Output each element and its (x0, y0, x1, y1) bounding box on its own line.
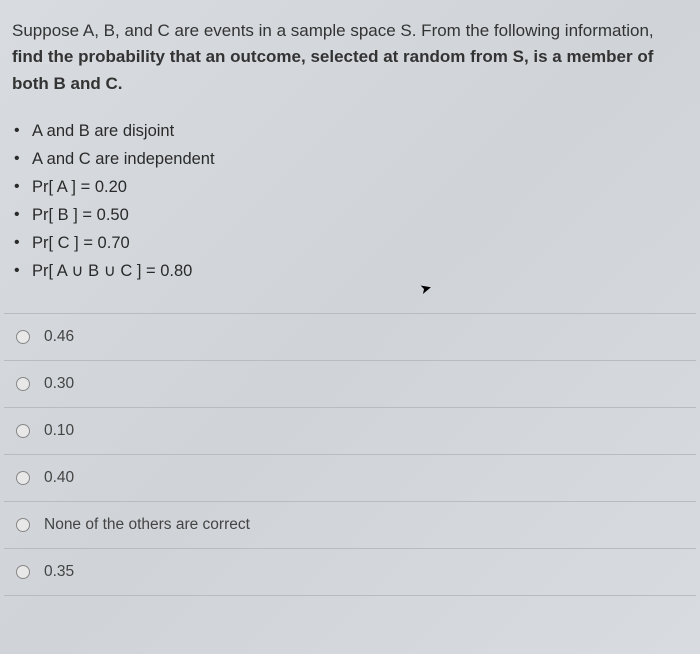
radio-icon[interactable] (16, 518, 30, 532)
list-item: Pr[ A ∪ B ∪ C ] = 0.80 (12, 257, 688, 285)
radio-icon[interactable] (16, 330, 30, 344)
option-row[interactable]: 0.46 (4, 314, 696, 361)
option-row[interactable]: 0.10 (4, 408, 696, 455)
option-row[interactable]: 0.30 (4, 361, 696, 408)
list-item: A and C are independent (12, 145, 688, 173)
option-row[interactable]: None of the others are correct (4, 502, 696, 549)
option-row[interactable]: 0.35 (4, 549, 696, 596)
question-intro: Suppose A, B, and C are events in a samp… (12, 21, 654, 40)
option-row[interactable]: 0.40 (4, 455, 696, 502)
option-label: 0.30 (44, 375, 74, 393)
question-text: Suppose A, B, and C are events in a samp… (4, 18, 696, 97)
list-item: A and B are disjoint (12, 117, 688, 145)
radio-icon[interactable] (16, 377, 30, 391)
answer-options: 0.46 0.30 0.10 0.40 None of the others a… (4, 313, 696, 596)
option-label: 0.10 (44, 422, 74, 440)
list-item: Pr[ C ] = 0.70 (12, 229, 688, 257)
given-info-list: A and B are disjoint A and C are indepen… (4, 117, 696, 285)
option-label: 0.40 (44, 469, 74, 487)
list-item: Pr[ B ] = 0.50 (12, 201, 688, 229)
option-label: 0.46 (44, 328, 74, 346)
radio-icon[interactable] (16, 471, 30, 485)
list-item: Pr[ A ] = 0.20 (12, 173, 688, 201)
option-label: 0.35 (44, 563, 74, 581)
radio-icon[interactable] (16, 424, 30, 438)
option-label: None of the others are correct (44, 516, 250, 534)
question-bold: find the probability that an outcome, se… (12, 47, 653, 92)
radio-icon[interactable] (16, 565, 30, 579)
